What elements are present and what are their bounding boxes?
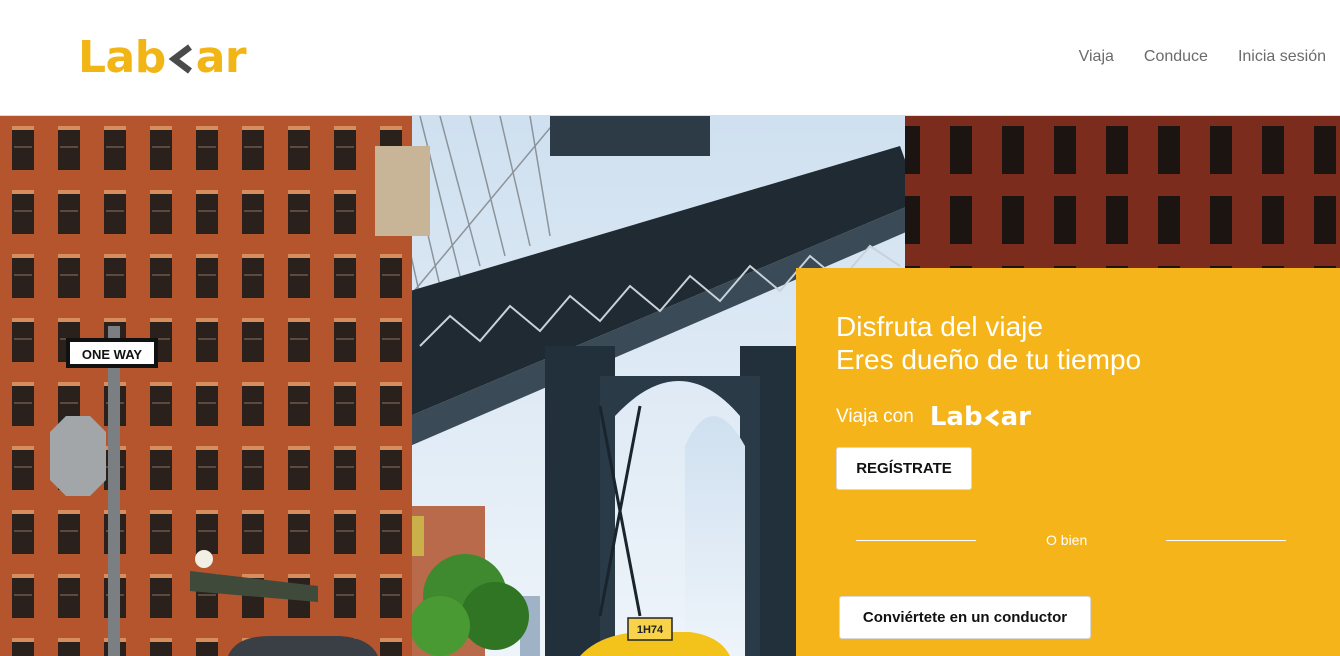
chevron-left-icon bbox=[166, 36, 196, 80]
labcar-logo-small: Lab ar bbox=[930, 404, 1031, 430]
logo-small-text-lab: Lab bbox=[929, 402, 983, 432]
divider-left bbox=[856, 540, 976, 541]
ride-with-row: Viaja con Lab ar bbox=[836, 404, 1031, 430]
site-header: Lab ar Viaja Conduce Inicia sesión bbox=[0, 0, 1340, 116]
logo-text-ar: ar bbox=[195, 32, 247, 83]
become-driver-button[interactable]: Conviértete en un conductor bbox=[839, 596, 1091, 639]
or-text: O bien bbox=[1046, 532, 1088, 548]
headline-line-2: Eres dueño de tu tiempo bbox=[836, 344, 1142, 375]
nav-item-login[interactable]: Inicia sesión bbox=[1238, 48, 1326, 66]
register-button[interactable]: REGÍSTRATE bbox=[836, 447, 972, 490]
nav-item-viaja[interactable]: Viaja bbox=[1079, 48, 1114, 66]
logo-text-lab: Lab bbox=[78, 32, 166, 83]
signup-panel: Disfruta del viaje Eres dueño de tu tiem… bbox=[796, 268, 1340, 656]
logo-small-text-ar: ar bbox=[1000, 402, 1031, 432]
labcar-logo[interactable]: Lab ar bbox=[78, 32, 247, 83]
headline: Disfruta del viaje Eres dueño de tu tiem… bbox=[836, 310, 1141, 376]
headline-line-1: Disfruta del viaje bbox=[836, 311, 1043, 342]
divider-right bbox=[1166, 540, 1286, 541]
taxi-number-text: 1H74 bbox=[637, 624, 664, 636]
one-way-sign-text: ONE WAY bbox=[82, 347, 143, 362]
nav-item-conduce[interactable]: Conduce bbox=[1144, 48, 1208, 66]
main-nav: Viaja Conduce Inicia sesión bbox=[1079, 48, 1326, 66]
chevron-left-icon bbox=[983, 404, 1001, 430]
ride-with-text: Viaja con bbox=[836, 406, 914, 427]
